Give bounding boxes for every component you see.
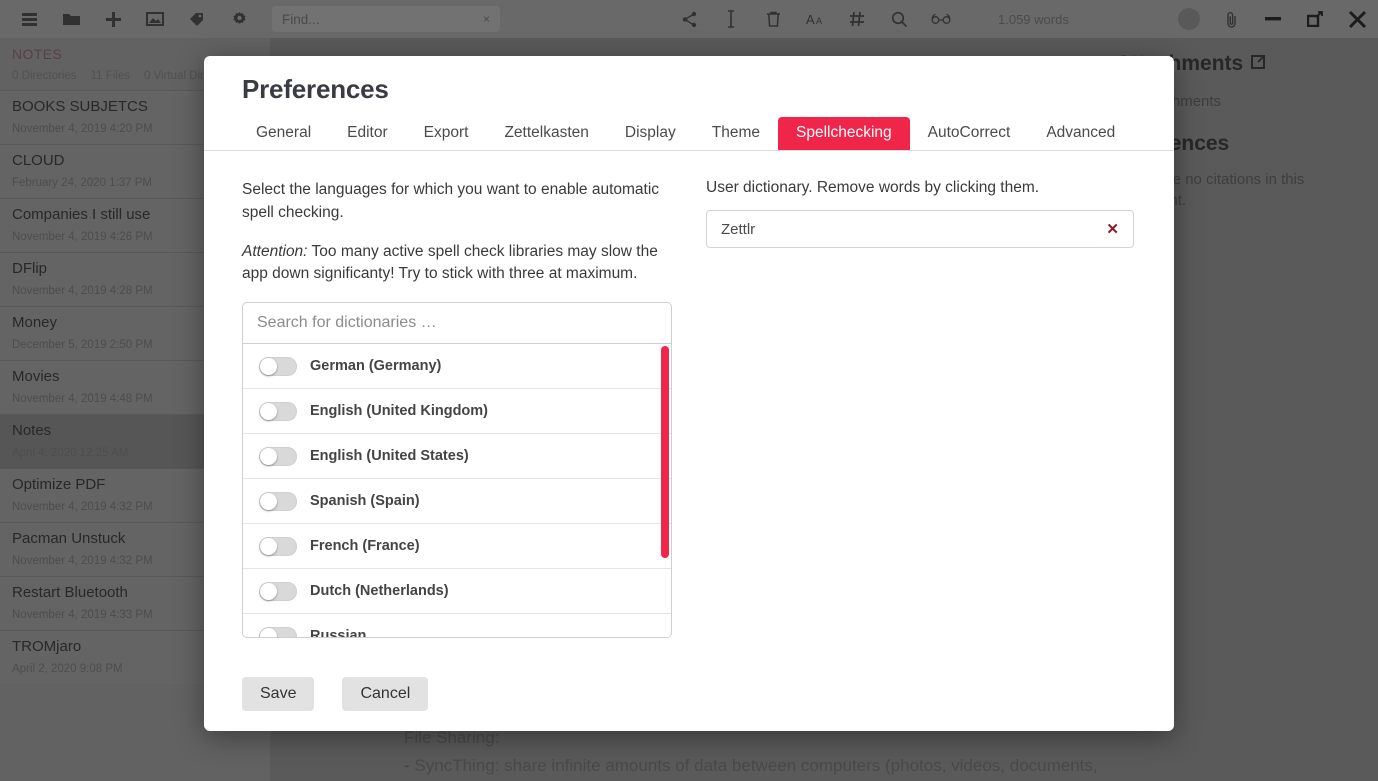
language-label: English (United States) [310,448,469,465]
user-dictionary-item[interactable]: Zettlr ✕ [706,210,1134,248]
language-toggle[interactable] [259,581,297,601]
language-label: Spanish (Spain) [310,493,420,510]
spellcheck-intro: Select the languages for which you want … [242,181,660,221]
language-row[interactable]: English (United States) [243,434,671,480]
dialog-footer: Save Cancel [242,677,429,711]
language-toggle[interactable] [259,491,297,511]
user-dictionary-column: User dictionary. Remove words by clickin… [706,179,1136,638]
tab-autocorrect[interactable]: AutoCorrect [910,117,1029,150]
user-dictionary-list: Zettlr ✕ [706,210,1136,248]
language-toggle[interactable] [259,626,297,638]
tab-zettelkasten[interactable]: Zettelkasten [486,117,606,150]
tab-spellchecking[interactable]: Spellchecking [777,117,910,150]
dictionary-search-input[interactable] [242,302,672,345]
app-window: Find... × AA 1.059 words NOTES 0 Directo… [0,0,1378,781]
language-label: English (United Kingdom) [310,403,489,420]
language-row[interactable]: Dutch (Netherlands) [243,569,671,615]
spellcheck-languages-column: Select the languages for which you want … [242,179,674,639]
language-label: Russian [310,628,367,639]
language-row[interactable]: French (France) [243,524,671,570]
language-row[interactable]: English (United Kingdom) [243,389,671,435]
tab-editor[interactable]: Editor [329,117,406,150]
language-list[interactable]: German (Germany) English (United Kingdom)… [242,344,672,639]
language-label: French (France) [310,538,420,555]
language-label: German (Germany) [310,358,442,375]
tab-display[interactable]: Display [607,117,694,150]
language-label: Dutch (Netherlands) [310,583,449,600]
spellcheck-attention: Attention: Too many active spell check l… [242,241,674,287]
language-toggle[interactable] [259,536,297,556]
language-row[interactable]: German (Germany) [243,344,671,390]
user-dictionary-label: User dictionary. Remove words by clickin… [706,179,1040,196]
dialog-body: Select the languages for which you want … [204,151,1174,639]
dialog-title: Preferences [242,74,389,104]
tab-general[interactable]: General [238,117,329,150]
cancel-button[interactable]: Cancel [342,677,429,711]
language-toggle[interactable] [259,356,297,376]
save-button[interactable]: Save [242,677,315,711]
remove-word-icon[interactable]: ✕ [1106,220,1119,238]
language-rows: German (Germany) English (United Kingdom)… [243,344,671,638]
language-row[interactable]: Russian [243,614,671,638]
tab-advanced[interactable]: Advanced [1028,117,1133,150]
language-row[interactable]: Spanish (Spain) [243,479,671,525]
tab-theme[interactable]: Theme [694,117,778,150]
attention-label: Attention: [242,242,308,260]
language-list-scrollbar[interactable] [661,346,669,559]
preferences-tab-bar: General Editor Export Zettelkasten Display Th… [204,117,1174,151]
user-dictionary-word: Zettlr [721,220,756,238]
language-toggle[interactable] [259,401,297,421]
tab-export[interactable]: Export [406,117,487,150]
language-toggle[interactable] [259,446,297,466]
preferences-dialog: Preferences General Editor Export Zettelkas… [204,56,1174,731]
